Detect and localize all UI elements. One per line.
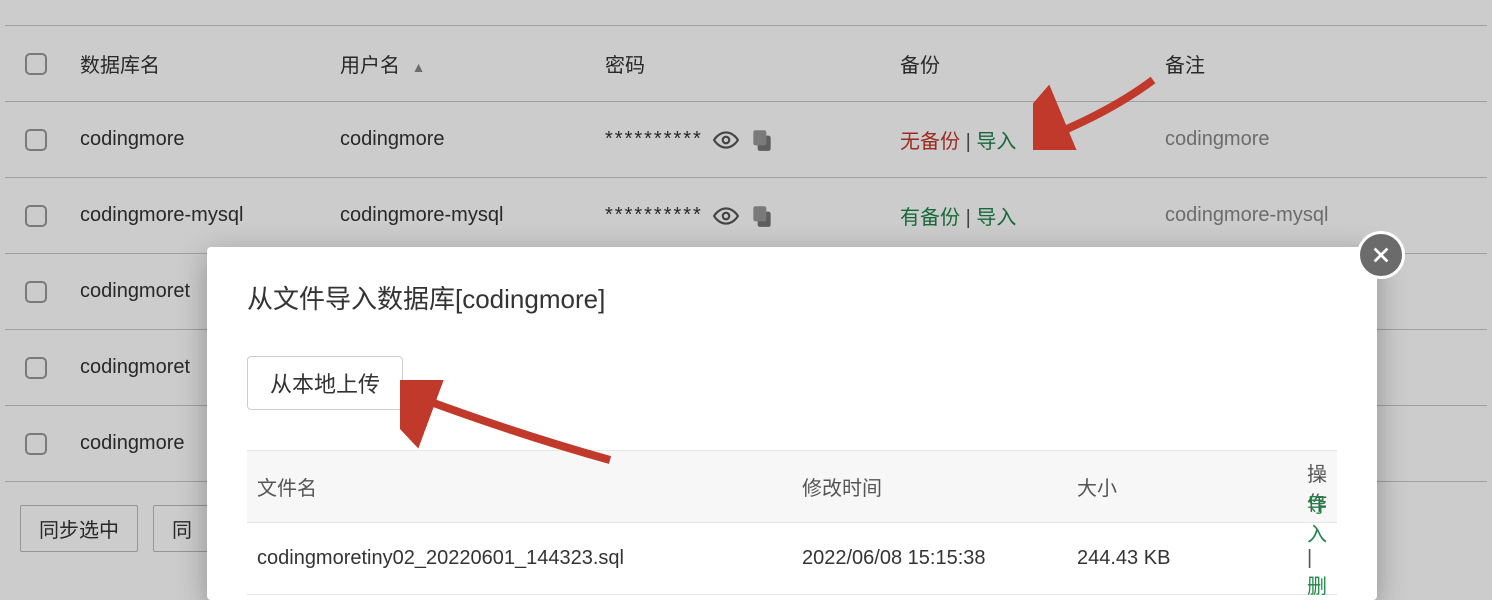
- file-table: 文件名 修改时间 大小 操作 codingmoretiny02_20220601…: [247, 450, 1337, 595]
- file-delete-link[interactable]: 删除: [1307, 576, 1327, 600]
- file-table-header: 文件名 修改时间 大小 操作: [247, 451, 1337, 523]
- file-ops: 导入 | 删除: [1307, 489, 1327, 600]
- modal-title: 从文件导入数据库[codingmore]: [207, 247, 1377, 326]
- import-db-modal: 从文件导入数据库[codingmore] 从本地上传 文件名 修改时间 大小 操…: [207, 247, 1377, 600]
- file-name: codingmoretiny02_20220601_144323.sql: [257, 547, 802, 570]
- upload-local-button[interactable]: 从本地上传: [247, 356, 403, 410]
- file-import-link[interactable]: 导入: [1307, 495, 1327, 546]
- header-size: 大小: [1077, 472, 1307, 501]
- close-button[interactable]: [1357, 231, 1405, 279]
- close-icon: [1370, 244, 1392, 266]
- file-size: 244.43 KB: [1077, 547, 1307, 570]
- file-mtime: 2022/06/08 15:15:38: [802, 547, 1077, 570]
- file-row[interactable]: codingmoretiny02_20220601_144323.sql 202…: [247, 523, 1337, 595]
- header-filename: 文件名: [257, 472, 802, 501]
- separator: |: [1307, 547, 1312, 569]
- header-mtime: 修改时间: [802, 472, 1077, 501]
